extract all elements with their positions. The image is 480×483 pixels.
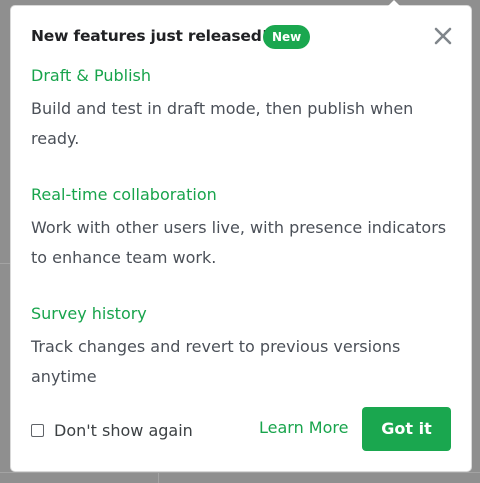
feature-description: Build and test in draft mode, then publi… [31,99,414,148]
got-it-button[interactable]: Got it [362,407,451,451]
background-divider [0,263,10,264]
feature-description: Track changes and revert to previous ver… [31,337,401,386]
popover-header: New features just released! New [31,23,453,51]
feature-item: Survey history Track changes and revert … [31,302,451,392]
background-divider [158,472,159,483]
close-icon [434,27,452,45]
feature-item: Draft & Publish Build and test in draft … [31,64,451,154]
feature-link-realtime-collaboration[interactable]: Real-time collaboration [31,183,451,207]
dont-show-again-toggle[interactable]: Don't show again [31,420,193,440]
learn-more-link[interactable]: Learn More [259,418,348,437]
popover-footer: Don't show again Learn More Got it [31,407,451,451]
popover-caret [388,0,400,6]
feature-link-survey-history[interactable]: Survey history [31,302,451,326]
new-badge: New [263,25,311,49]
feature-list: Draft & Publish Build and test in draft … [31,64,451,421]
feature-link-draft-publish[interactable]: Draft & Publish [31,64,451,88]
dont-show-again-checkbox[interactable] [31,423,44,437]
popover-title: New features just released! [31,27,269,45]
whats-new-popover: New features just released! New Draft & … [10,0,472,472]
feature-item: Real-time collaboration Work with other … [31,183,451,273]
background-divider [0,472,480,473]
feature-description: Work with other users live, with presenc… [31,218,447,267]
dont-show-again-label: Don't show again [54,420,193,440]
close-button[interactable] [433,26,453,46]
